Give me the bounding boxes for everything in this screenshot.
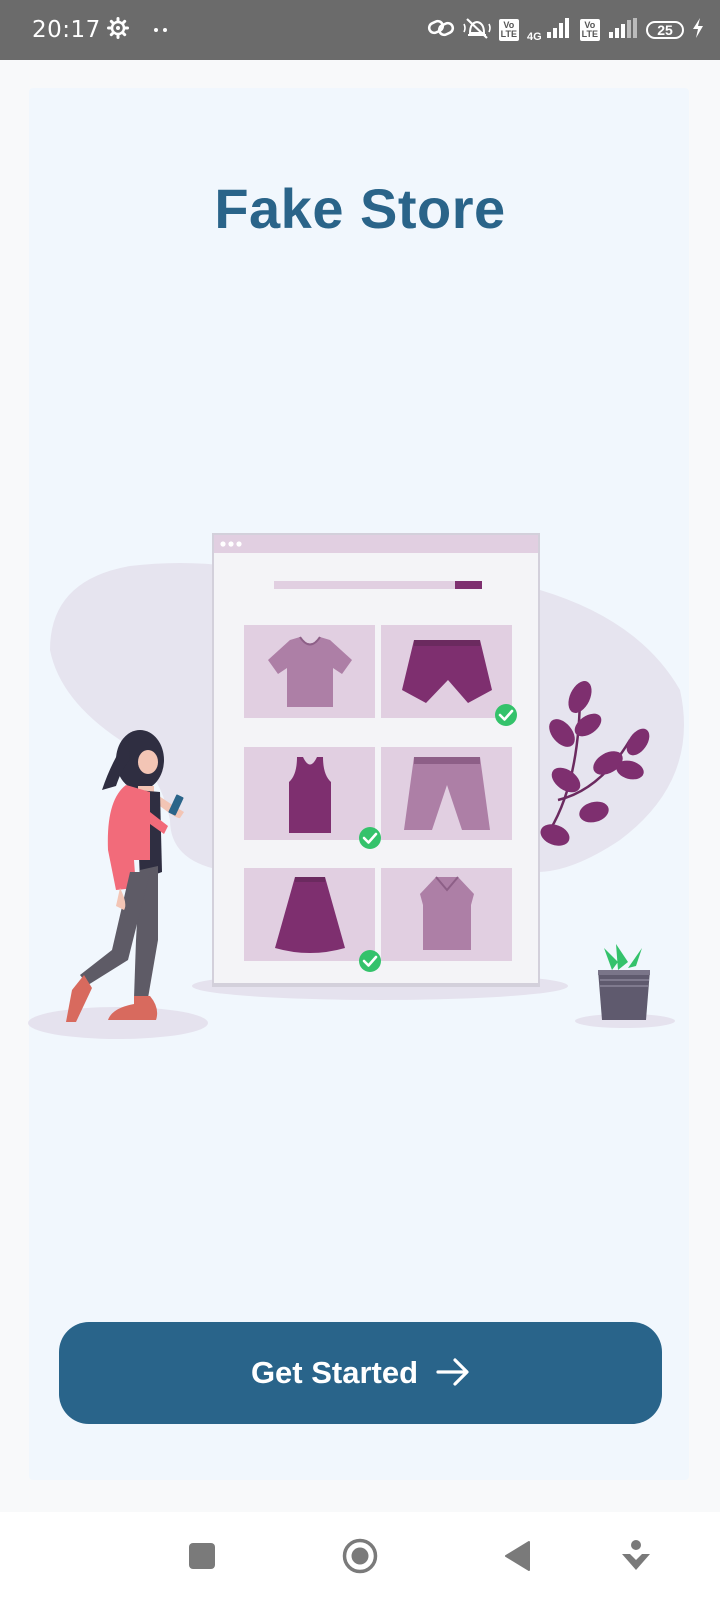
status-bar: 20:17 Vo LTE 4G Vo LTE 25 (0, 0, 720, 60)
app-title: Fake Store (214, 177, 506, 240)
shopping-illustration (28, 533, 684, 1039)
back-triangle-icon[interactable] (496, 1534, 540, 1578)
recents-square-icon[interactable] (180, 1534, 224, 1578)
get-started-button[interactable]: Get Started (59, 1322, 662, 1424)
volte-icon-2: Vo LTE (579, 19, 600, 41)
home-circle-icon[interactable] (338, 1534, 382, 1578)
status-right: Vo LTE 4G Vo LTE 25 (427, 16, 704, 45)
volte-bottom-text: LTE (500, 29, 517, 39)
network-type-label: 4G (526, 30, 542, 43)
link-icon (427, 16, 455, 45)
sleeveless-shirt (420, 876, 474, 950)
potted-plant (598, 944, 650, 1020)
signal-icon-2 (608, 17, 638, 43)
battery-icon: 25 (646, 21, 684, 39)
charging-bolt-icon (692, 17, 704, 43)
arrow-right-icon (436, 1357, 470, 1390)
status-time: 20:17 (32, 17, 101, 43)
settings-gear-icon (106, 16, 129, 44)
vibrate-off-icon (462, 16, 491, 45)
assistant-icon[interactable] (614, 1534, 658, 1578)
navigation-bar (0, 1512, 720, 1600)
signal-icon (546, 17, 572, 43)
get-started-label: Get Started (250, 1355, 419, 1390)
check-mark-icon (495, 704, 517, 726)
more-dots-icon (153, 21, 171, 39)
check-mark-icon (359, 827, 381, 849)
volte-icon: Vo LTE (498, 19, 519, 41)
volte-bottom-text-2: LTE (581, 29, 598, 39)
check-mark-icon (359, 950, 381, 972)
status-left: 20:17 (32, 16, 171, 44)
battery-level: 25 (657, 22, 673, 38)
